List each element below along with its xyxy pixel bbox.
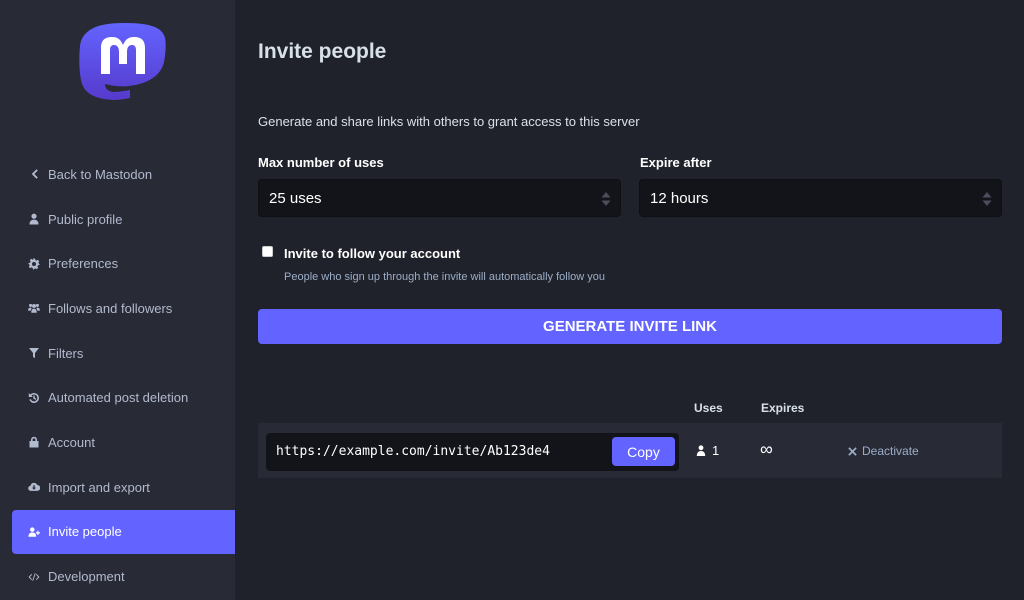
generate-invite-link-button[interactable]: GENERATE INVITE LINK xyxy=(258,309,1002,344)
sidebar-item-label: Development xyxy=(48,569,125,585)
sidebar-item-label: Import and export xyxy=(48,479,150,495)
sidebar-item-invite-people[interactable]: Invite people xyxy=(12,509,235,555)
gear-icon xyxy=(28,258,40,270)
sidebar-item-follows-and-followers[interactable]: Follows and followers xyxy=(12,286,235,331)
sidebar-item-label: Account xyxy=(48,434,95,450)
autofollow-hint: People who sign up through the invite wi… xyxy=(284,271,606,283)
settings-nav: Back to Mastodon Public profile Preferen… xyxy=(12,152,235,599)
sidebar-item-filters[interactable]: Filters xyxy=(12,331,235,376)
max-uses-label: Max number of uses xyxy=(258,155,384,170)
page-description: Generate and share links with others to … xyxy=(258,114,640,129)
column-header-expires: Expires xyxy=(761,401,805,415)
sidebar-item-label: Follows and followers xyxy=(48,300,173,316)
mastodon-logo-icon[interactable] xyxy=(79,22,167,116)
sidebar-item-development[interactable]: Development xyxy=(12,554,235,599)
sidebar-item-preferences[interactable]: Preferences xyxy=(12,241,235,286)
main-content: Invite people Generate and share links w… xyxy=(235,0,1024,600)
invite-link-field[interactable]: https://example.com/invite/Ab123de4 Copy xyxy=(266,433,679,471)
deactivate-label: Deactivate xyxy=(862,444,919,458)
copy-button[interactable]: Copy xyxy=(612,437,675,466)
cloud-download-icon xyxy=(28,481,40,493)
sidebar-item-account[interactable]: Account xyxy=(12,420,235,465)
uses-count: 1 xyxy=(712,443,720,458)
table-row: https://example.com/invite/Ab123de4 Copy… xyxy=(258,423,1002,478)
sidebar-item-label: Automated post deletion xyxy=(48,390,189,406)
sidebar-item-back-to-mastodon[interactable]: Back to Mastodon xyxy=(12,152,235,197)
page-title: Invite people xyxy=(258,40,387,63)
sidebar-item-import-and-export[interactable]: Import and export xyxy=(12,465,235,510)
uses-cell: 1 xyxy=(696,443,719,458)
users-icon xyxy=(28,302,40,314)
sidebar-item-label: Preferences xyxy=(48,256,119,272)
lock-icon xyxy=(28,436,40,448)
autofollow-checkbox[interactable] xyxy=(262,246,273,257)
sidebar: Back to Mastodon Public profile Preferen… xyxy=(0,0,235,600)
code-icon xyxy=(28,571,40,583)
expires-value: ∞ xyxy=(760,439,773,459)
expire-after-value: 12 hours xyxy=(650,189,709,207)
max-uses-select[interactable]: 25 uses xyxy=(258,179,621,217)
expire-after-label: Expire after xyxy=(640,155,712,170)
history-icon xyxy=(28,392,40,404)
close-icon xyxy=(848,446,857,456)
max-uses-value: 25 uses xyxy=(269,189,322,207)
user-icon xyxy=(696,445,706,456)
sidebar-item-label: Filters xyxy=(48,345,84,361)
select-arrows-icon xyxy=(982,192,992,206)
user-icon xyxy=(28,213,40,225)
user-plus-icon xyxy=(28,526,40,538)
app-layout: Back to Mastodon Public profile Preferen… xyxy=(0,0,1024,600)
autofollow-row xyxy=(262,244,273,257)
sidebar-item-automated-post-deletion[interactable]: Automated post deletion xyxy=(12,375,235,420)
expire-after-select[interactable]: 12 hours xyxy=(639,179,1002,217)
select-arrows-icon xyxy=(601,192,611,206)
filter-icon xyxy=(28,347,40,359)
deactivate-link[interactable]: Deactivate xyxy=(848,444,919,458)
sidebar-item-label: Public profile xyxy=(48,211,123,227)
chevron-left-icon xyxy=(28,168,40,180)
sidebar-item-label: Back to Mastodon xyxy=(48,166,153,182)
invite-link-text[interactable]: https://example.com/invite/Ab123de4 xyxy=(276,444,550,459)
column-header-uses: Uses xyxy=(694,401,723,415)
sidebar-item-label: Invite people xyxy=(48,524,122,540)
sidebar-item-public-profile[interactable]: Public profile xyxy=(12,197,235,242)
autofollow-label[interactable]: Invite to follow your account xyxy=(284,246,460,261)
